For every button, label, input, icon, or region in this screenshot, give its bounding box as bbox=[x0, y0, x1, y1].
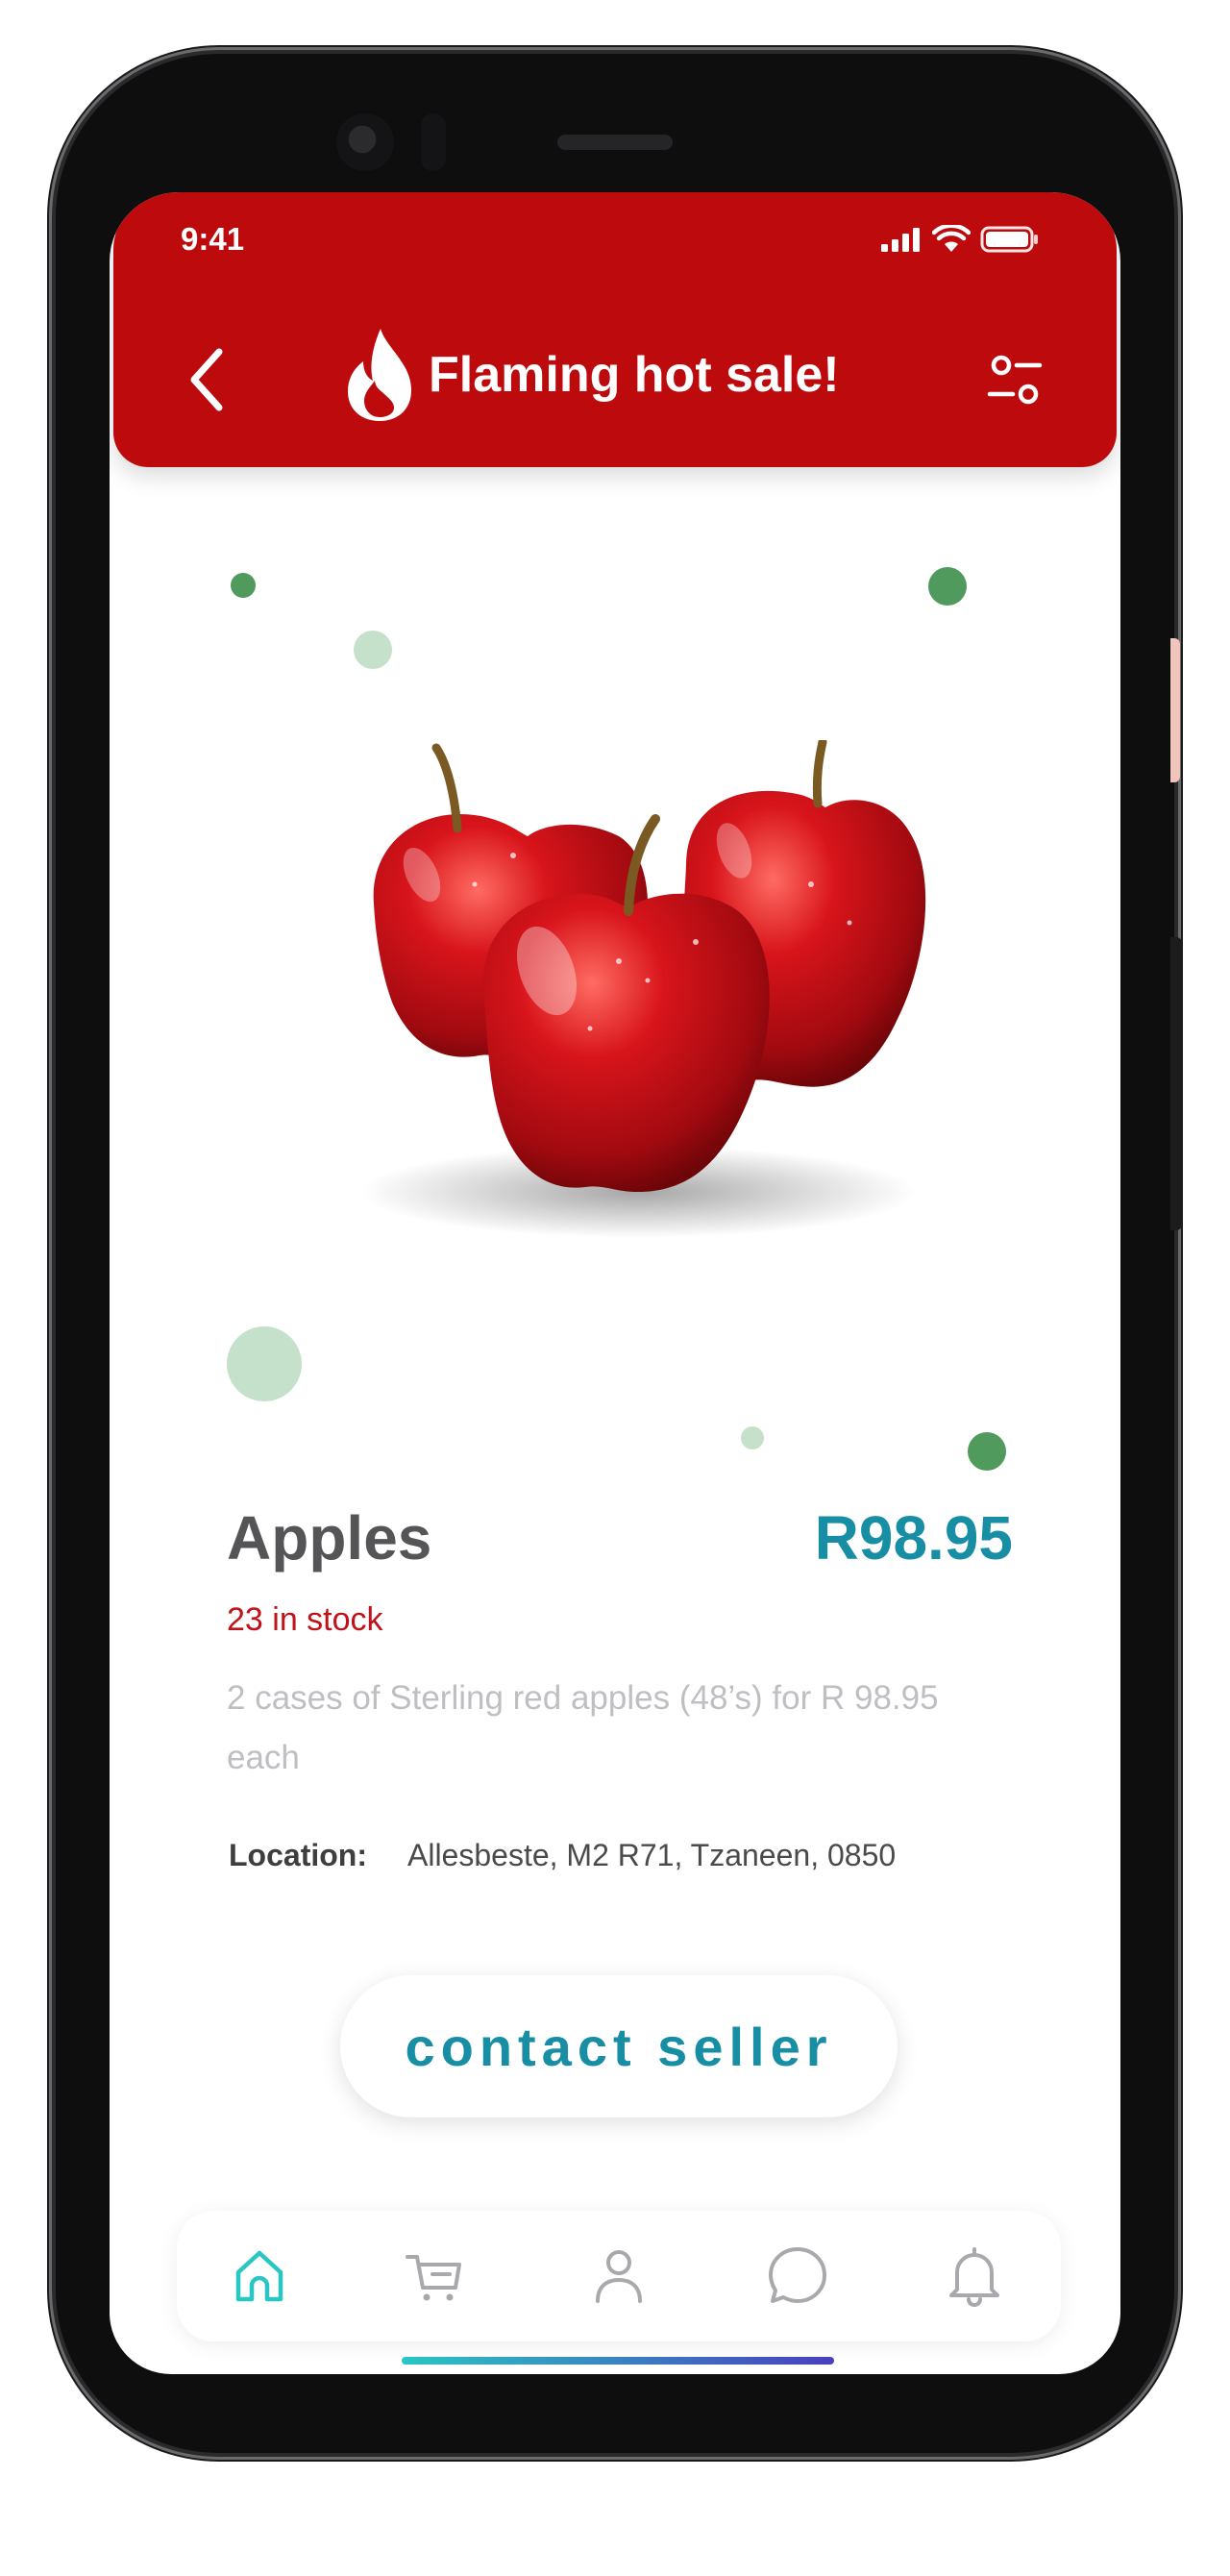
location-row: Location: Allesbeste, M2 R71, Tzaneen, 0… bbox=[229, 1838, 896, 1873]
decor-dot bbox=[741, 1426, 764, 1449]
location-label: Location: bbox=[229, 1838, 367, 1872]
user-icon[interactable] bbox=[586, 2243, 652, 2309]
bottom-nav bbox=[177, 2211, 1061, 2341]
decor-dot bbox=[928, 567, 967, 606]
status-time: 9:41 bbox=[181, 221, 245, 257]
flame-icon bbox=[348, 329, 411, 421]
header-title-group: Flaming hot sale! bbox=[344, 327, 840, 423]
earpiece-speaker bbox=[557, 135, 673, 150]
front-camera bbox=[336, 113, 394, 171]
wifi-icon bbox=[932, 225, 971, 252]
product-description: 2 cases of Sterling red apples (48’s) fo… bbox=[227, 1679, 939, 1776]
app-header: 9:41 Flaming hot sale! bbox=[113, 192, 1117, 467]
power-button bbox=[1170, 937, 1182, 1230]
proximity-sensor bbox=[421, 113, 446, 171]
back-button[interactable] bbox=[181, 344, 233, 415]
product-name: Apples bbox=[227, 1503, 432, 1573]
decor-dot bbox=[968, 1432, 1006, 1471]
signal-icon bbox=[881, 228, 920, 252]
status-icons bbox=[880, 221, 1040, 258]
product-image bbox=[359, 740, 926, 1238]
location-value: Allesbeste, M2 R71, Tzaneen, 0850 bbox=[406, 1838, 897, 1872]
decor-dot bbox=[354, 631, 392, 669]
page-title: Flaming hot sale! bbox=[429, 347, 840, 403]
chat-icon[interactable] bbox=[765, 2243, 830, 2309]
sliders-icon[interactable] bbox=[986, 352, 1044, 409]
home-indicator[interactable] bbox=[402, 2357, 834, 2365]
contact-seller-button[interactable]: contact seller bbox=[340, 1975, 898, 2118]
product-price: R98.95 bbox=[814, 1503, 1013, 1573]
home-icon[interactable] bbox=[227, 2243, 292, 2309]
volume-button bbox=[1170, 638, 1180, 782]
cart-icon[interactable] bbox=[402, 2243, 467, 2309]
app-screen: 9:41 Flaming hot sale! Apples R98.95 23 … bbox=[110, 192, 1120, 2374]
decor-dot bbox=[227, 1326, 302, 1401]
battery-icon bbox=[980, 226, 1038, 253]
bell-icon[interactable] bbox=[942, 2243, 1007, 2309]
stock-count: 23 in stock bbox=[227, 1601, 383, 1638]
decor-dot bbox=[231, 573, 256, 598]
